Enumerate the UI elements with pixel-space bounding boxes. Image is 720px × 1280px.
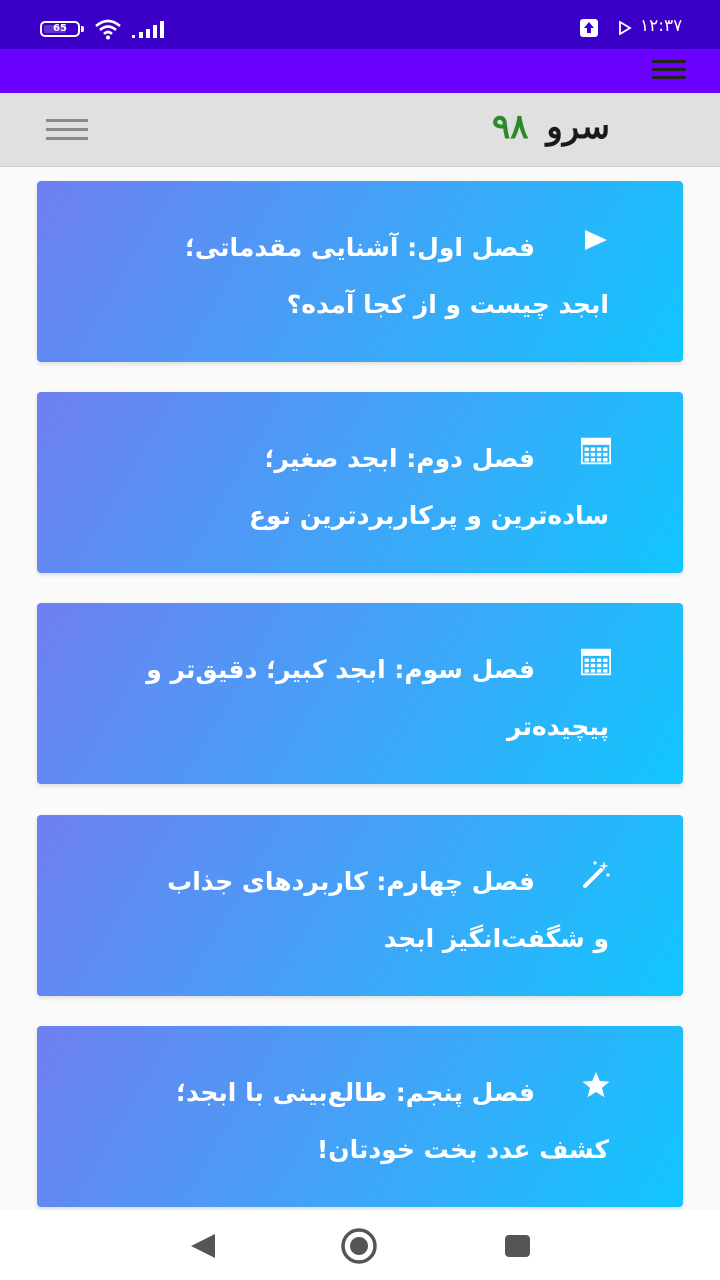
chapter-title: فصل اول: آشنایی مقدماتی؛ xyxy=(184,233,535,262)
app-title-number: ۹۸ xyxy=(491,107,529,147)
status-time: ۱۲:۳۷ xyxy=(640,16,683,36)
chapter-card-1[interactable]: فصل اول: آشنایی مقدماتی؛ ابجد چیست و از … xyxy=(37,181,683,362)
home-icon[interactable] xyxy=(340,1227,378,1265)
wifi-icon xyxy=(95,19,121,40)
chapter-subtitle: ساده‌ترین و پرکاربردترین نوع xyxy=(248,501,609,530)
recent-apps-icon[interactable] xyxy=(505,1235,530,1257)
battery-icon: 65 xyxy=(40,21,84,37)
chapter-card-3-text: فصل سوم: ابجد کبیر؛ دقیق‌تر و پیچیده‌تر xyxy=(89,641,609,755)
chapter-title: فصل پنجم: طالع‌بینی با ابجد؛ xyxy=(175,1078,535,1107)
chapter-card-1-text: فصل اول: آشنایی مقدماتی؛ ابجد چیست و از … xyxy=(89,219,609,333)
menu-icon[interactable] xyxy=(652,60,686,82)
chapter-card-4[interactable]: فصل چهارم: کاربردهای جذاب و شگفت‌انگیز ا… xyxy=(37,815,683,996)
chapter-card-4-text: فصل چهارم: کاربردهای جذاب و شگفت‌انگیز ا… xyxy=(89,853,609,967)
signal-icon xyxy=(132,21,164,38)
back-icon[interactable] xyxy=(189,1233,217,1259)
navigation-bar xyxy=(0,1210,720,1280)
upload-notification-icon xyxy=(580,19,598,37)
hamburger-menu-icon[interactable] xyxy=(46,119,88,143)
toolbar xyxy=(0,49,720,93)
chapter-title: فصل سوم: ابجد کبیر؛ دقیق‌تر و xyxy=(146,655,535,684)
play-notification-icon xyxy=(619,21,632,35)
status-bar: 65 ۱۲:۳۷ xyxy=(0,0,720,49)
chapter-card-2[interactable]: فصل دوم: ابجد صغیر؛ ساده‌ترین و پرکاربرد… xyxy=(37,392,683,573)
chapter-list: فصل اول: آشنایی مقدماتی؛ ابجد چیست و از … xyxy=(0,167,720,1210)
chapter-subtitle: و شگفت‌انگیز ابجد xyxy=(383,924,609,953)
chapter-title: فصل چهارم: کاربردهای جذاب xyxy=(167,867,535,896)
chapter-card-2-text: فصل دوم: ابجد صغیر؛ ساده‌ترین و پرکاربرد… xyxy=(89,430,609,544)
battery-level: 65 xyxy=(53,23,67,34)
app-header: سرو ۹۸ xyxy=(0,93,720,167)
chapter-card-3[interactable]: فصل سوم: ابجد کبیر؛ دقیق‌تر و پیچیده‌تر xyxy=(37,603,683,784)
app-title: سرو ۹۸ xyxy=(470,107,610,153)
chapter-card-5-text: فصل پنجم: طالع‌بینی با ابجد؛ کشف عدد بخت… xyxy=(89,1064,609,1178)
chapter-subtitle: ابجد چیست و از کجا آمده؟ xyxy=(286,290,609,319)
chapter-title: فصل دوم: ابجد صغیر؛ xyxy=(264,444,535,473)
chapter-subtitle: پیچیده‌تر xyxy=(507,712,609,741)
app-title-word: سرو xyxy=(546,107,610,147)
chapter-subtitle: کشف عدد بخت خودتان! xyxy=(316,1135,609,1164)
chapter-card-5[interactable]: فصل پنجم: طالع‌بینی با ابجد؛ کشف عدد بخت… xyxy=(37,1026,683,1207)
